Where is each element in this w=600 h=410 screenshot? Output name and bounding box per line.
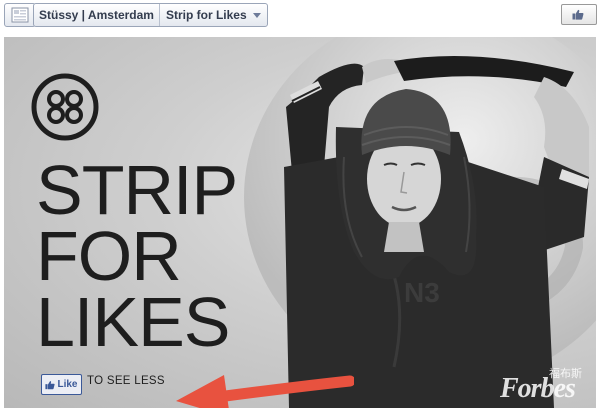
like-button[interactable]: Like — [41, 374, 82, 395]
headline-line-3: LIKES — [36, 283, 230, 361]
page-like-button[interactable] — [561, 4, 597, 25]
forbes-watermark: Forbes — [500, 373, 576, 404]
cover-image: N3 STRIP FOR LIKES Like TO SEE LESS 福布斯 … — [4, 37, 596, 408]
page-header: Stüssy | Amsterdam Strip for Likes — [0, 0, 600, 30]
page-icon[interactable] — [4, 3, 36, 27]
headline: STRIP FOR LIKES — [36, 151, 238, 361]
tab-selector-dropdown[interactable]: Strip for Likes — [158, 4, 267, 26]
headline-line-1: STRIP — [36, 151, 238, 229]
like-button-label: Like — [57, 379, 78, 390]
cta-text: TO SEE LESS — [87, 375, 165, 387]
headline-line-2: FOR — [36, 217, 182, 295]
thumbs-up-icon — [572, 9, 584, 20]
chevron-down-icon — [252, 12, 261, 18]
breadcrumb-page-name[interactable]: Stüssy | Amsterdam — [34, 8, 159, 22]
arrow-icon — [176, 375, 354, 408]
model-photo: N3 — [244, 37, 596, 408]
stussy-logo — [31, 73, 99, 141]
breadcrumb-tab-name: Strip for Likes — [165, 8, 247, 22]
jersey-number: N3 — [404, 277, 440, 308]
breadcrumb: Stüssy | Amsterdam Strip for Likes — [33, 3, 268, 27]
thumbs-up-icon — [45, 380, 56, 389]
